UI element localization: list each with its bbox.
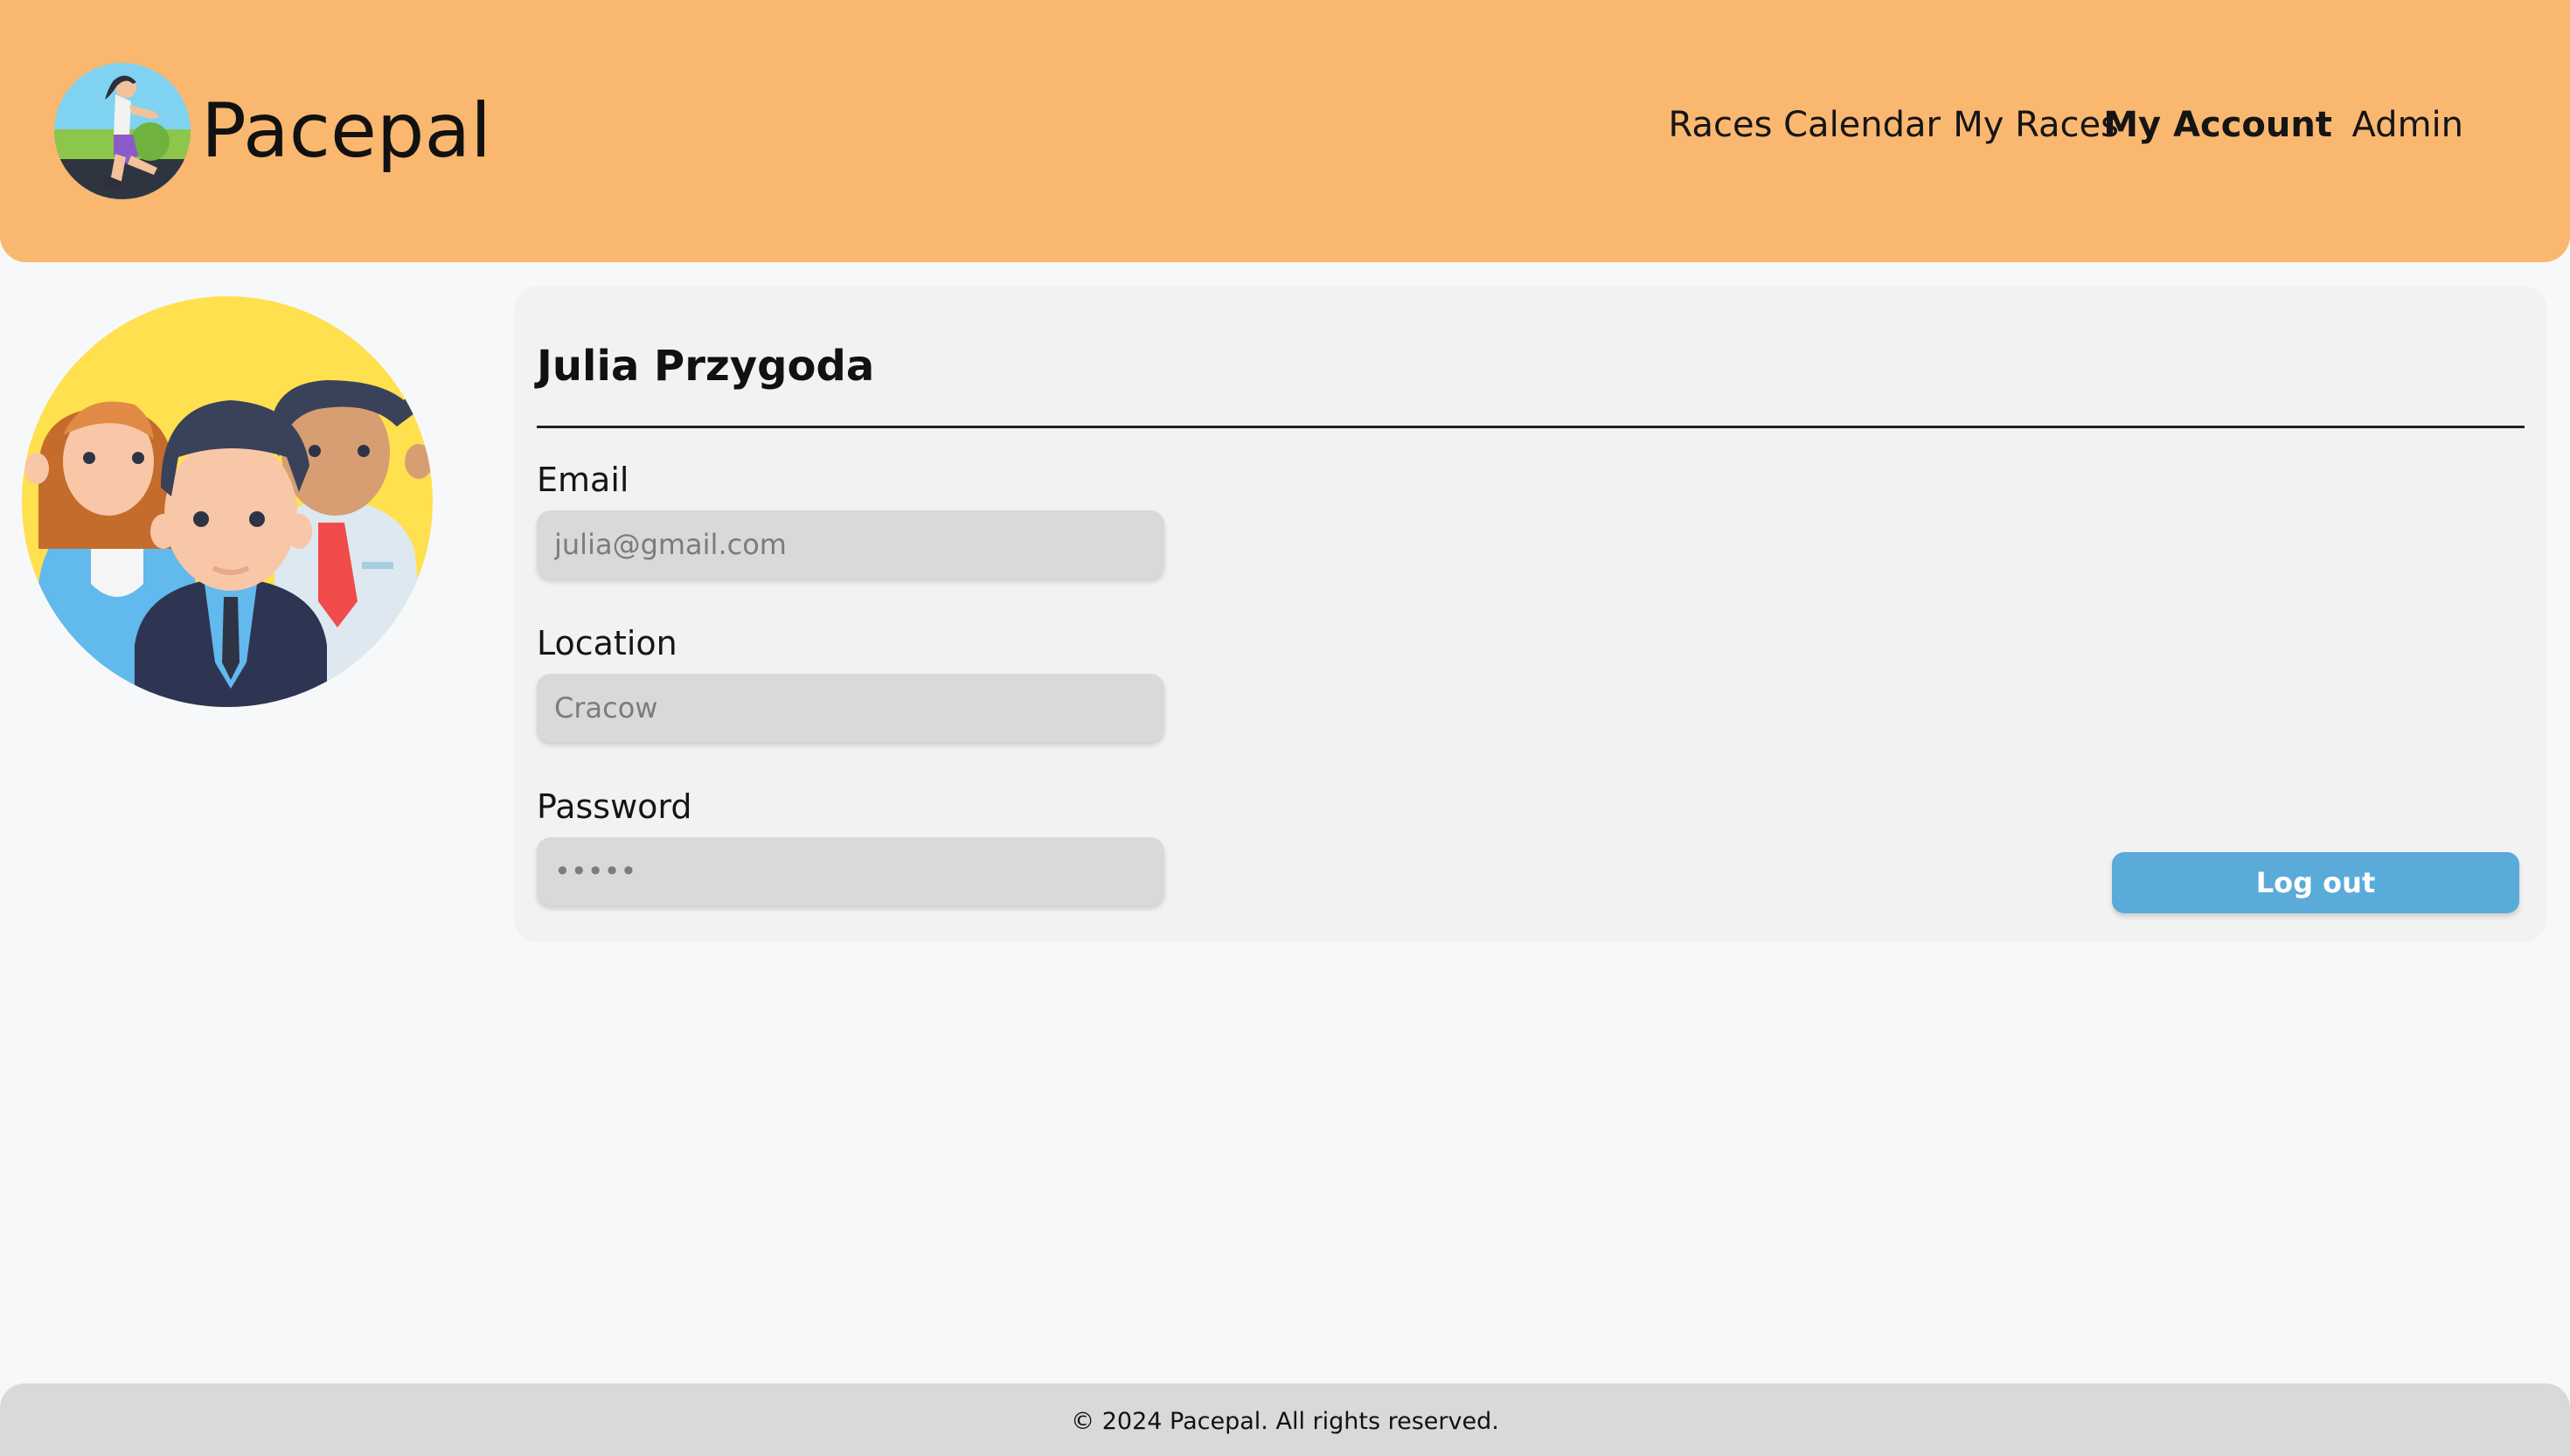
profile-name: Julia Przygoda — [537, 342, 875, 391]
password-label: Password — [537, 787, 692, 826]
brand-name[interactable]: Pacepal — [201, 83, 491, 179]
nav-my-races[interactable]: My Races — [1953, 99, 2119, 151]
runner-icon[interactable] — [52, 61, 192, 201]
location-label: Location — [537, 624, 677, 662]
location-field[interactable] — [537, 674, 1164, 742]
nav-admin[interactable]: Admin — [2352, 99, 2463, 151]
nav-races-calendar[interactable]: Races Calendar — [1669, 99, 1941, 151]
title-divider — [537, 426, 2525, 428]
people-group-icon — [22, 296, 433, 707]
top-header: Pacepal Races Calendar My Races My Accou… — [0, 0, 2570, 262]
email-label: Email — [537, 461, 629, 499]
account-card: Julia Przygoda Email Location Password L… — [514, 286, 2547, 942]
password-field[interactable] — [537, 837, 1164, 905]
copyright-text: © 2024 Pacepal. All rights reserved. — [1071, 1408, 1499, 1435]
logout-button[interactable]: Log out — [2112, 852, 2519, 913]
nav-my-account[interactable]: My Account — [2103, 99, 2332, 151]
footer: © 2024 Pacepal. All rights reserved. — [0, 1383, 2570, 1456]
email-field[interactable] — [537, 510, 1164, 579]
